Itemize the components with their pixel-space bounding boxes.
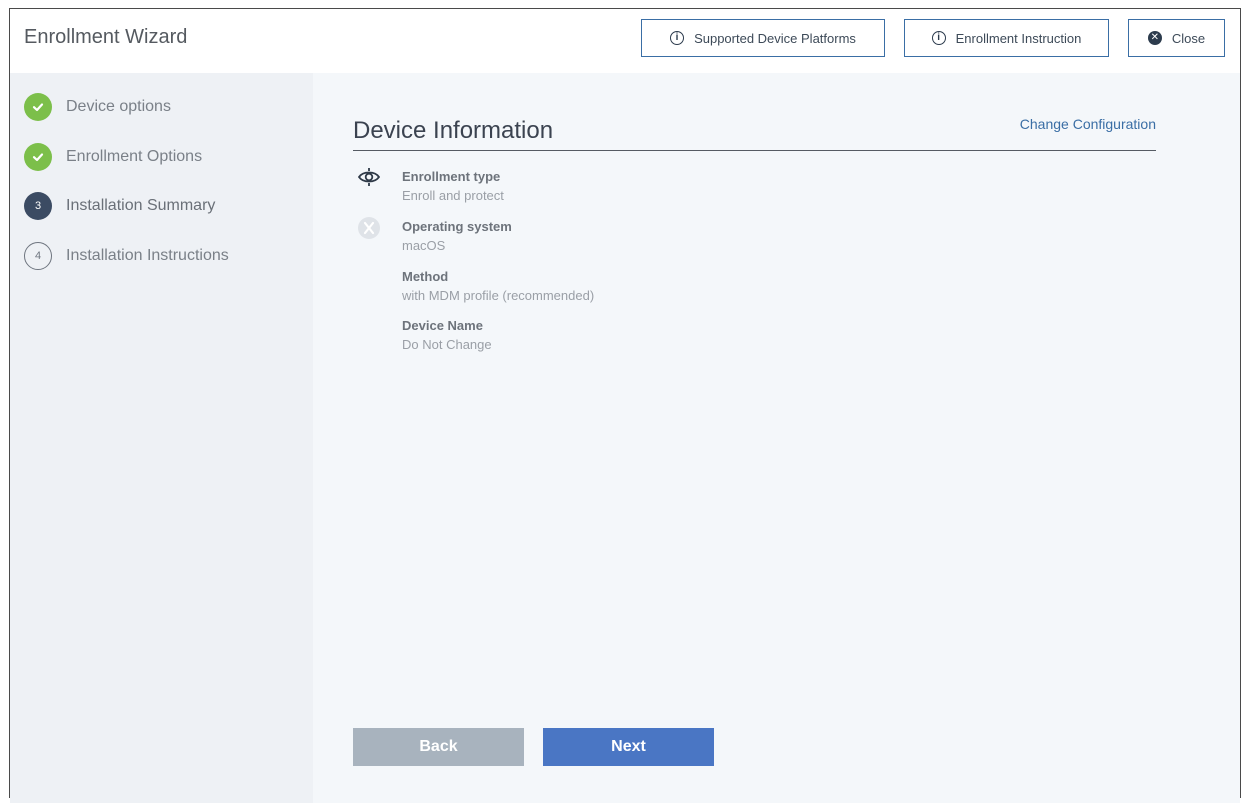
- section-title: Device Information: [353, 117, 554, 144]
- step-installation-summary[interactable]: 3 Installation Summary: [24, 191, 215, 221]
- enrollment-instruction-button[interactable]: i Enrollment Instruction: [904, 19, 1109, 57]
- enrollment-wizard-window: Enrollment Wizard i Supported Device Pla…: [9, 8, 1241, 803]
- step-label: Installation Summary: [66, 197, 216, 214]
- step-label: Installation Instructions: [66, 247, 229, 264]
- info-icon: i: [670, 31, 685, 45]
- wizard-steps-sidebar: Device options Enrollment Options 3 Inst…: [10, 73, 313, 803]
- close-button[interactable]: ✕ Close: [1128, 19, 1225, 57]
- step-number-badge: 3: [24, 192, 52, 220]
- enrollment-instruction-label: Enrollment Instruction: [955, 30, 1082, 46]
- info-enrollment-type: Enrollment type Enroll and protect: [402, 168, 504, 206]
- step-label: Device options: [66, 98, 171, 115]
- wizard-title: Enrollment Wizard: [24, 26, 188, 48]
- close-label: Close: [1171, 30, 1206, 46]
- info-value: macOS: [402, 238, 446, 253]
- info-value: with MDM profile (recommended): [402, 288, 595, 303]
- shield-eye-icon: [357, 165, 381, 189]
- info-icon: i: [931, 31, 946, 45]
- macos-icon: [357, 216, 381, 240]
- info-method: Method with MDM profile (recommended): [402, 268, 594, 306]
- info-label: Method: [402, 269, 449, 284]
- back-button[interactable]: Back: [353, 728, 524, 766]
- close-icon: ✕: [1147, 31, 1162, 45]
- info-value: Enroll and protect: [402, 188, 504, 203]
- supported-device-platforms-label: Supported Device Platforms: [694, 30, 856, 46]
- wizard-header: Enrollment Wizard i Supported Device Pla…: [10, 9, 1240, 73]
- next-button[interactable]: Next: [543, 728, 714, 766]
- step-enrollment-options[interactable]: Enrollment Options: [24, 142, 202, 172]
- info-label: Operating system: [402, 219, 512, 234]
- info-label: Enrollment type: [402, 169, 501, 184]
- step-device-options[interactable]: Device options: [24, 92, 171, 122]
- step-number-badge: 4: [24, 242, 52, 270]
- change-configuration-link[interactable]: Change Configuration: [1020, 116, 1156, 132]
- info-label: Device Name: [402, 318, 483, 333]
- info-value: Do Not Change: [402, 337, 492, 352]
- info-device-name: Device Name Do Not Change: [402, 317, 492, 355]
- section-divider: [353, 150, 1156, 151]
- step-installation-instructions[interactable]: 4 Installation Instructions: [24, 241, 229, 271]
- supported-device-platforms-button[interactable]: i Supported Device Platforms: [641, 19, 885, 57]
- check-icon: [24, 93, 52, 121]
- info-operating-system: Operating system macOS: [402, 218, 512, 256]
- wizard-content: Device Information Change Configuration …: [313, 73, 1240, 803]
- check-icon: [24, 143, 52, 171]
- step-label: Enrollment Options: [66, 148, 203, 165]
